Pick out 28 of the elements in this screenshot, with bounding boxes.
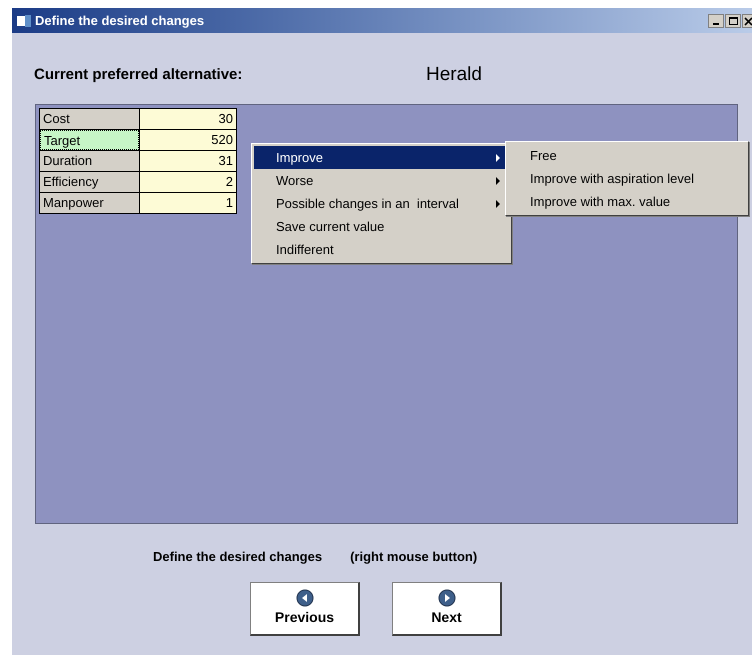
- menu-item[interactable]: Possible changes in an interval: [254, 192, 509, 215]
- close-button[interactable]: [742, 14, 752, 28]
- criterion-cell[interactable]: Duration: [40, 150, 139, 170]
- menu-item[interactable]: Worse: [254, 169, 509, 192]
- window-title: Define the desired changes: [35, 12, 204, 30]
- menu-item[interactable]: Improve with aspiration level: [508, 167, 746, 190]
- menu-item[interactable]: Free: [508, 144, 746, 167]
- value-cell: 31: [140, 150, 236, 170]
- criterion-cell[interactable]: Efficiency: [40, 172, 139, 192]
- previous-button[interactable]: Previous: [250, 582, 360, 636]
- menu-item[interactable]: Save current value: [254, 215, 509, 238]
- value-cell: 1: [140, 192, 236, 212]
- menu-item[interactable]: Improve with max. value: [508, 190, 746, 213]
- value-cell: 2: [140, 172, 236, 192]
- menu-item[interactable]: Indifferent: [254, 238, 509, 261]
- maximize-button[interactable]: [725, 14, 741, 28]
- criterion-cell[interactable]: Target: [40, 130, 139, 150]
- next-button[interactable]: Next: [392, 582, 502, 636]
- hint-note: (right mouse button): [350, 548, 478, 566]
- alternative-name: Herald: [426, 63, 482, 87]
- criterion-cell[interactable]: Manpower: [40, 192, 139, 212]
- header-label: Current preferred alternative:: [34, 65, 244, 85]
- value-cell: 30: [140, 108, 236, 128]
- criterion-cell[interactable]: Cost: [40, 108, 139, 128]
- value-cell: 520: [140, 130, 236, 150]
- hint-text: Define the desired changes: [153, 548, 322, 566]
- app-icon: [16, 14, 32, 28]
- minimize-button[interactable]: [708, 14, 724, 28]
